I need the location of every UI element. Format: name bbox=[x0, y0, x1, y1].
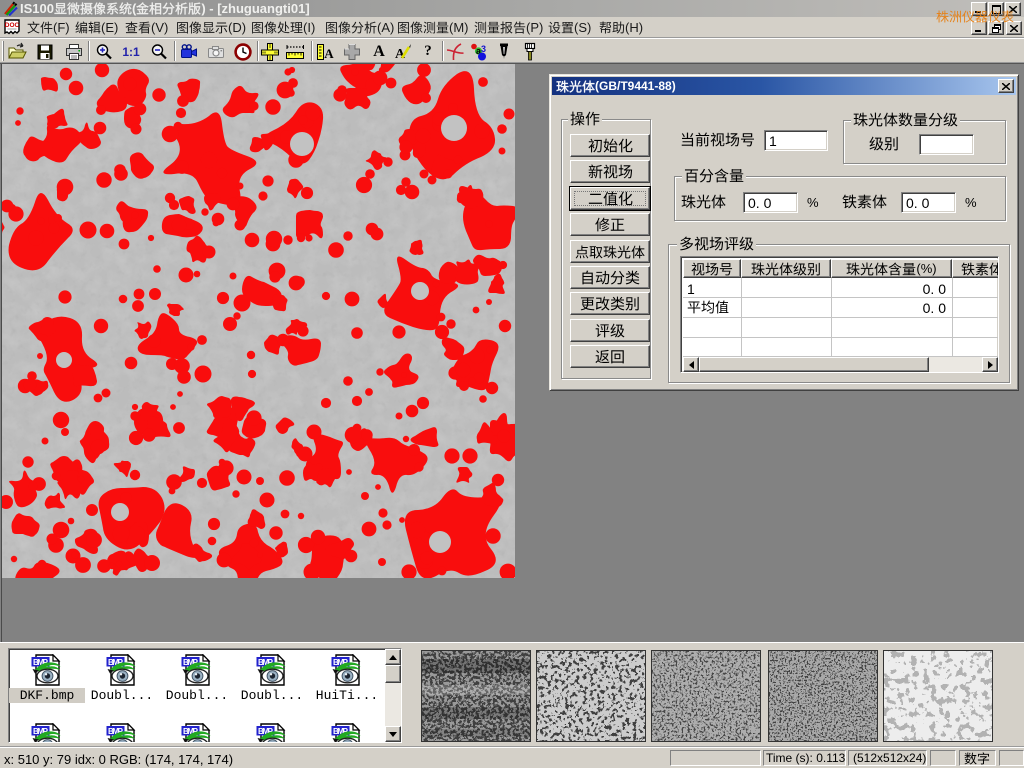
svg-text:DOC: DOC bbox=[5, 22, 20, 29]
svg-text:3: 3 bbox=[481, 44, 486, 54]
svg-text:A: A bbox=[324, 46, 334, 61]
